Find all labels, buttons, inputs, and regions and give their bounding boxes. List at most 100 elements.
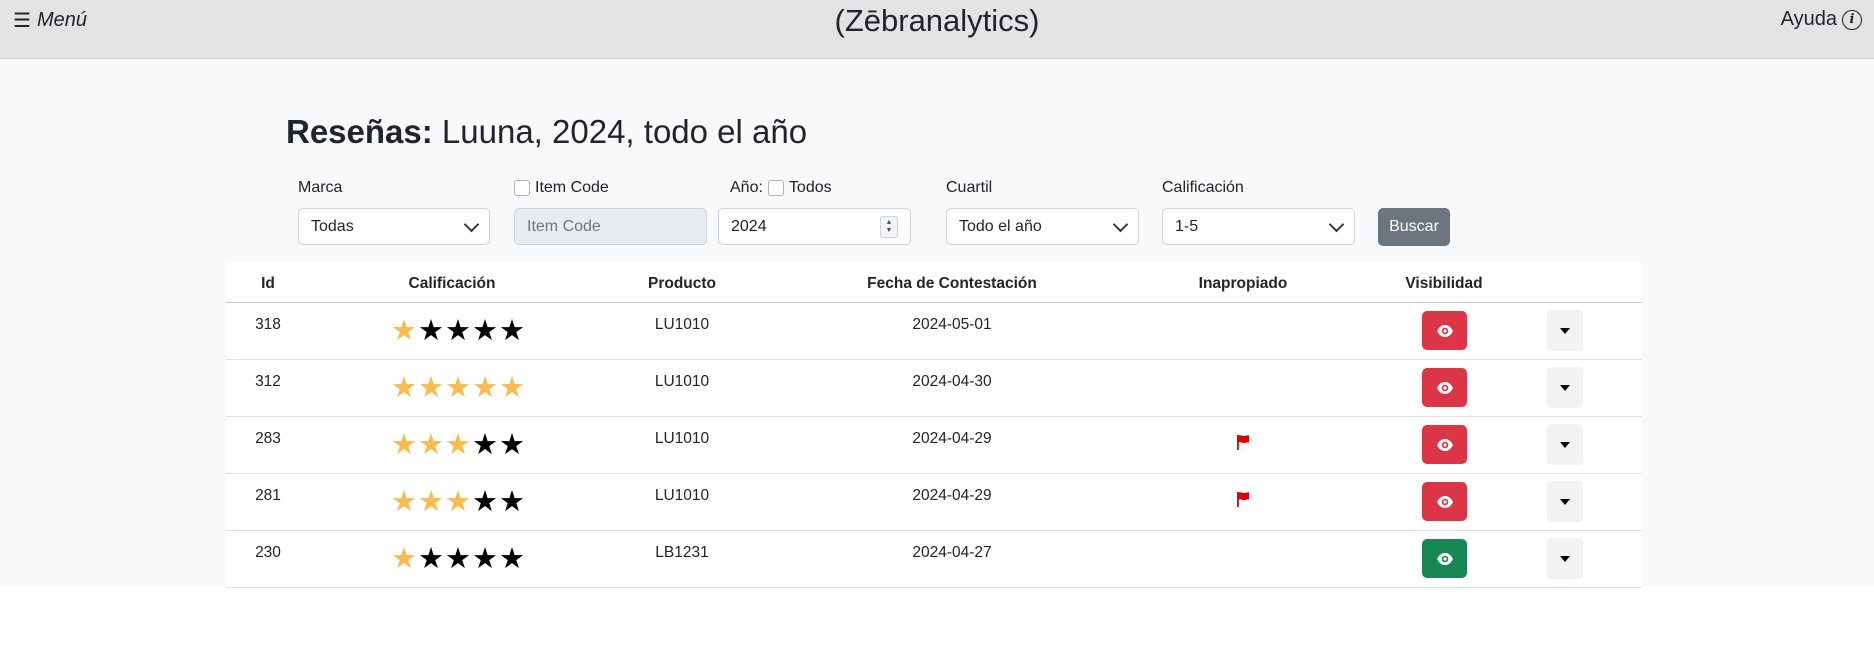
table-row: 312 ★ ★ ★ ★ ★ LU1010 2024-04-30	[226, 359, 1642, 417]
product-code: LU1010	[654, 487, 710, 504]
caret-down-icon	[1560, 327, 1570, 334]
table-row: 281 ★ ★ ★ ★ ★ LU1010 2024-04-29	[226, 473, 1642, 531]
table-header: Id Calificación Producto Fecha de Contes…	[226, 262, 1642, 303]
product-code: LU1010	[654, 316, 710, 333]
review-id: 283	[255, 430, 281, 447]
anio-todos-label: Todos	[788, 179, 832, 196]
star-icon: ★	[391, 541, 417, 575]
chevron-down-icon	[463, 216, 480, 232]
star-icon: ★	[472, 484, 498, 518]
anio-todos-checkbox[interactable]	[767, 180, 784, 196]
visibility-toggle-button[interactable]	[1422, 482, 1467, 521]
star-rating: ★ ★ ★ ★ ★	[391, 370, 525, 404]
visibility-toggle-button[interactable]	[1422, 311, 1467, 350]
flag-icon	[1237, 492, 1249, 507]
eye-icon	[1436, 324, 1453, 337]
star-icon: ★	[499, 313, 525, 347]
header-inapropiado: Inapropiado	[1198, 275, 1288, 292]
info-icon: i	[1842, 9, 1862, 30]
anio-input[interactable]: 2024 ▲ ▼	[718, 208, 911, 245]
search-button[interactable]: Buscar	[1378, 208, 1450, 246]
stepper-icon[interactable]: ▲ ▼	[880, 215, 898, 238]
answer-date: 2024-05-01	[912, 316, 992, 333]
star-icon: ★	[445, 427, 471, 461]
row-dropdown-button[interactable]	[1547, 538, 1583, 579]
visibility-toggle-button[interactable]	[1422, 539, 1467, 578]
cuartil-select[interactable]: Todo el año	[946, 208, 1139, 245]
header-calificacion: Calificación	[408, 275, 496, 292]
visibility-toggle-button[interactable]	[1422, 425, 1467, 464]
cuartil-label: Cuartil	[946, 179, 993, 196]
flag-icon	[1237, 435, 1249, 450]
marca-select[interactable]: Todas	[298, 208, 490, 245]
calificacion-select[interactable]: 1-5	[1162, 208, 1355, 245]
page-title-bold: Reseñas:	[286, 113, 433, 150]
review-id: 318	[255, 316, 281, 333]
eye-icon	[1436, 495, 1453, 508]
row-dropdown-button[interactable]	[1547, 310, 1583, 351]
visibility-toggle-button[interactable]	[1422, 368, 1467, 407]
star-rating: ★ ★ ★ ★ ★	[391, 313, 525, 347]
chevron-down-icon	[1328, 216, 1345, 232]
row-dropdown-button[interactable]	[1547, 481, 1583, 522]
help-label: Ayuda	[1780, 8, 1837, 30]
row-dropdown-button[interactable]	[1547, 367, 1583, 408]
star-icon: ★	[418, 427, 444, 461]
caret-down-icon	[1560, 384, 1570, 391]
row-dropdown-button[interactable]	[1547, 424, 1583, 465]
navbar: ☰ Menú (Zēbranalytics) Ayuda i	[0, 0, 1874, 59]
star-icon: ★	[391, 484, 417, 518]
eye-icon	[1436, 552, 1453, 565]
review-id: 281	[255, 487, 281, 504]
header-producto: Producto	[647, 275, 717, 292]
eye-icon	[1436, 438, 1453, 451]
chevron-down-icon	[1112, 216, 1129, 232]
itemcode-input[interactable]: Item Code	[514, 208, 707, 245]
star-icon: ★	[391, 370, 417, 404]
page-title: Reseñas: Luuna, 2024, todo el año	[286, 113, 807, 151]
marca-label: Marca	[298, 179, 343, 196]
answer-date: 2024-04-29	[912, 430, 992, 447]
anio-label: Año: Todos	[730, 179, 832, 196]
star-icon: ★	[391, 313, 417, 347]
header-visibilidad: Visibilidad	[1405, 275, 1483, 292]
header-id: Id	[261, 275, 275, 292]
itemcode-checkbox[interactable]	[514, 180, 530, 196]
itemcode-label: Item Code	[514, 179, 609, 197]
cuartil-select-value: Todo el año	[959, 217, 1042, 235]
calificacion-label: Calificación	[1162, 179, 1244, 196]
star-icon: ★	[418, 370, 444, 404]
answer-date: 2024-04-27	[912, 544, 992, 561]
star-icon: ★	[418, 313, 444, 347]
header-fecha: Fecha de Contestación	[867, 275, 1037, 292]
caret-down-icon	[1560, 498, 1570, 505]
star-icon: ★	[445, 370, 471, 404]
star-icon: ★	[391, 427, 417, 461]
eye-icon	[1436, 381, 1453, 394]
answer-date: 2024-04-30	[912, 373, 992, 390]
star-rating: ★ ★ ★ ★ ★	[391, 427, 525, 461]
star-icon: ★	[445, 484, 471, 518]
star-icon: ★	[472, 427, 498, 461]
star-rating: ★ ★ ★ ★ ★	[391, 541, 525, 575]
calificacion-select-value: 1-5	[1175, 217, 1199, 235]
star-icon: ★	[472, 370, 498, 404]
star-icon: ★	[499, 541, 525, 575]
star-icon: ★	[472, 313, 498, 347]
star-icon: ★	[418, 484, 444, 518]
reviews-table: Id Calificación Producto Fecha de Contes…	[226, 262, 1642, 588]
marca-select-value: Todas	[311, 217, 354, 235]
star-icon: ★	[499, 370, 525, 404]
star-icon: ★	[499, 484, 525, 518]
answer-date: 2024-04-29	[912, 487, 992, 504]
caret-down-icon	[1560, 441, 1570, 448]
brand-title: (Zēbranalytics)	[834, 3, 1040, 38]
star-rating: ★ ★ ★ ★ ★	[391, 484, 525, 518]
product-code: LU1010	[654, 373, 710, 390]
help-button[interactable]: Ayuda i	[1781, 8, 1862, 31]
page-title-rest: Luuna, 2024, todo el año	[432, 113, 808, 150]
star-icon: ★	[445, 313, 471, 347]
star-icon: ★	[472, 541, 498, 575]
product-code: LU1010	[654, 430, 710, 447]
itemcode-placeholder: Item Code	[527, 217, 601, 235]
